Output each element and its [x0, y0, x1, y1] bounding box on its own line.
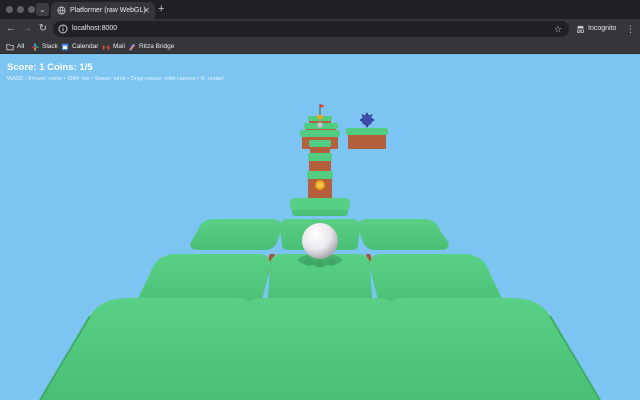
zoom-window-button[interactable]: [28, 6, 35, 13]
bookmark-all[interactable]: All: [6, 41, 24, 52]
arrow-left-icon: ←: [6, 23, 16, 34]
game-scene: [39, 104, 601, 400]
coin-icon: [317, 114, 323, 120]
incognito-icon: [576, 25, 585, 33]
tab-close-button[interactable]: ✕: [143, 5, 150, 16]
bookmark-label: All: [17, 43, 25, 50]
url-text[interactable]: localhost:8000: [72, 24, 117, 34]
reload-icon: ↻: [38, 23, 48, 34]
player-foot: [303, 258, 313, 266]
bookmark-label: Mail: [113, 43, 125, 50]
bookmark-label: Ritza Bridge: [139, 43, 175, 50]
bookmark-label: Calendar: [72, 43, 99, 50]
game-canvas[interactable]: Score: 1 Coins: 1/5 WASD / Arrows: move …: [0, 54, 640, 400]
calendar-icon: [61, 43, 69, 50]
reload-button[interactable]: ↻: [36, 22, 50, 36]
player-body: [302, 223, 338, 259]
goal-flag-icon: [320, 104, 325, 108]
folder-icon: [6, 43, 14, 50]
chevron-down-icon: ⌄: [39, 5, 46, 14]
forward-button[interactable]: →: [20, 22, 34, 36]
player-foot: [327, 258, 337, 266]
controls-help: WASD / Arrows: move • Shift: run • Space…: [7, 76, 224, 82]
bookmark-label: Slack: [42, 43, 58, 50]
bookmark-star-icon[interactable]: ☆: [554, 23, 562, 35]
tab-platformer[interactable]: Platformer (raw WebGL) ✕: [51, 2, 155, 19]
tab-title: Platformer (raw WebGL): [70, 7, 146, 14]
kebab-menu-icon: ⋮: [626, 24, 635, 34]
address-bar[interactable]: localhost:8000 ☆: [53, 21, 569, 37]
globe-icon: [57, 6, 66, 15]
gmail-icon: [102, 44, 110, 50]
tab-strip: ⌄ Platformer (raw WebGL) ✕ +: [0, 0, 640, 19]
browser-toolbar: ← → ↻ localhost:8000 ☆ Incognito ⋮: [0, 19, 640, 39]
site-info-icon[interactable]: [58, 24, 68, 34]
arrow-right-icon: →: [22, 23, 32, 34]
coin-icon: [315, 180, 325, 190]
slack-icon: [31, 42, 39, 51]
bookmarks-bar: All Slack Calendar Mail Ritza Bridge: [0, 39, 640, 54]
coin-icon-collected: [317, 122, 323, 128]
enemy-spiky-icon: [359, 112, 375, 128]
ritza-icon: [128, 43, 136, 51]
player-foot: [315, 260, 325, 268]
bookmark-calendar[interactable]: Calendar: [61, 41, 98, 52]
incognito-indicator[interactable]: Incognito: [574, 21, 620, 37]
minimize-window-button[interactable]: [17, 6, 24, 13]
incognito-label: Incognito: [588, 25, 617, 32]
distant-platforms: [290, 104, 388, 216]
bookmark-slack[interactable]: Slack: [31, 41, 58, 52]
tab-search-button[interactable]: ⌄: [36, 3, 49, 16]
bookmark-mail[interactable]: Mail: [102, 41, 125, 52]
more-menu-button[interactable]: ⋮: [626, 22, 635, 36]
back-button[interactable]: ←: [4, 22, 18, 36]
score-display: Score: 1 Coins: 1/5: [7, 62, 93, 73]
new-tab-button[interactable]: +: [158, 2, 164, 17]
close-window-button[interactable]: [6, 6, 13, 13]
bookmark-ritza-bridge[interactable]: Ritza Bridge: [128, 41, 174, 52]
